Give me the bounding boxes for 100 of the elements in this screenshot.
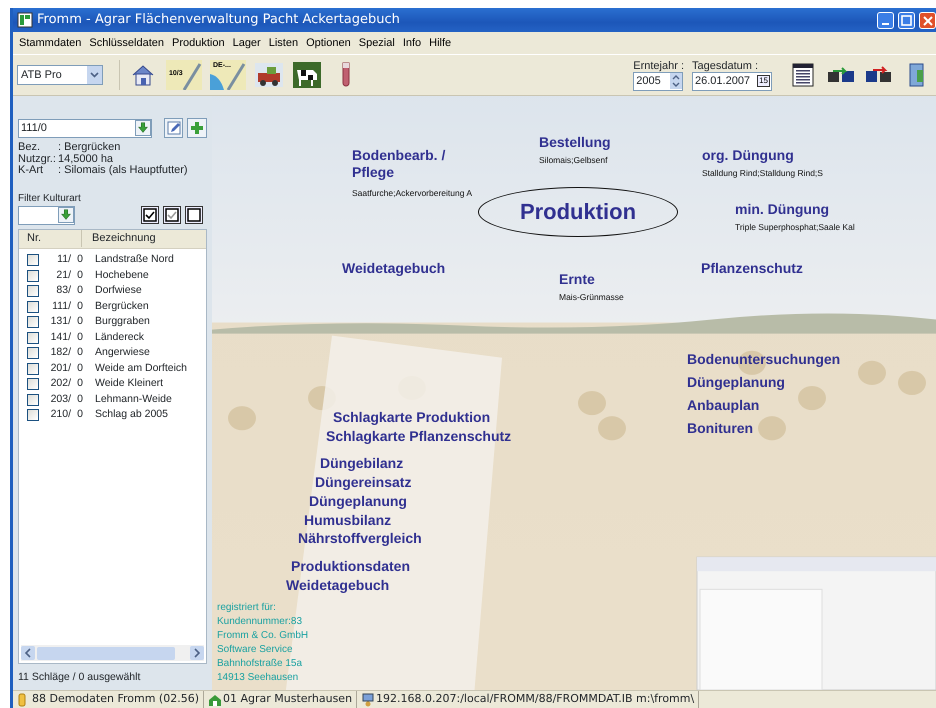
harvest-year-field[interactable]: 2005 bbox=[633, 72, 684, 90]
culture-filter[interactable] bbox=[18, 206, 75, 224]
registration-text: Software Service bbox=[217, 643, 293, 656]
row-checkbox[interactable] bbox=[27, 409, 39, 422]
menu-item[interactable]: Lager bbox=[228, 34, 265, 52]
report-link[interactable]: Nährstoffvergleich bbox=[298, 530, 422, 547]
row-checkbox[interactable] bbox=[27, 285, 39, 298]
check-all-icon bbox=[143, 208, 157, 222]
planning-link[interactable]: Düngeplanung bbox=[687, 374, 785, 391]
scrollbar-thumb[interactable] bbox=[37, 646, 175, 660]
row-checkbox[interactable] bbox=[27, 316, 39, 328]
table-cell-text: 0 bbox=[76, 314, 84, 330]
cattle-button[interactable] bbox=[292, 60, 322, 90]
scroll-right-icon[interactable] bbox=[190, 646, 204, 660]
scroll-left-icon[interactable] bbox=[21, 646, 35, 660]
table-cell-text: 0 bbox=[76, 392, 84, 407]
detail-value: 14,5000 ha bbox=[58, 154, 114, 165]
report-link[interactable]: Schlagkarte Produktion bbox=[333, 409, 490, 426]
production-link[interactable]: min. Düngung bbox=[735, 201, 830, 218]
filter-label: Filter Kulturart bbox=[18, 192, 82, 206]
table-cell-text: 111/ bbox=[51, 298, 71, 314]
report-link[interactable]: Düngebilanz bbox=[320, 455, 404, 472]
table-icon bbox=[792, 63, 814, 87]
menu-item[interactable]: Schlüsseldaten bbox=[85, 34, 168, 52]
dropdown-button[interactable] bbox=[58, 207, 74, 223]
row-checkbox[interactable] bbox=[27, 332, 39, 344]
maximize-button[interactable] bbox=[898, 12, 915, 28]
save-transfer-icon bbox=[827, 66, 855, 84]
menu-item[interactable]: Info bbox=[398, 34, 426, 52]
row-checkbox[interactable] bbox=[27, 347, 39, 360]
report-link[interactable]: Weidetagebuch bbox=[286, 577, 390, 594]
menu-item[interactable]: Produktion bbox=[168, 34, 229, 52]
uncheck-all-button[interactable] bbox=[185, 206, 203, 224]
detail-value: : Bergrücken bbox=[58, 142, 120, 154]
date-field[interactable]: 26.01.2007 15 bbox=[692, 72, 772, 90]
table-cell-text: 0 bbox=[76, 252, 84, 268]
close-button[interactable] bbox=[919, 12, 936, 28]
detail-label: Nutzgr.: bbox=[18, 154, 57, 164]
menu-item[interactable]: Optionen bbox=[302, 34, 355, 52]
menu-item[interactable]: Stammdaten bbox=[15, 34, 86, 52]
spinner-icon[interactable] bbox=[670, 73, 682, 89]
menu-item[interactable]: Spezial bbox=[354, 34, 399, 52]
profile-dropdown[interactable]: ATB Pro bbox=[17, 65, 103, 85]
dropdown-button[interactable] bbox=[134, 120, 151, 136]
detail-value: : Silomais (als Hauptfutter) bbox=[58, 165, 188, 176]
table-cell-text: 203/ bbox=[50, 392, 71, 407]
production-link[interactable]: Produktion bbox=[478, 187, 678, 237]
table-cell-text: 131/ bbox=[50, 314, 71, 330]
harvester-icon bbox=[255, 63, 283, 87]
maximize-icon bbox=[899, 12, 914, 28]
table-cell-text: 0 bbox=[76, 376, 84, 392]
planning-link[interactable]: Anbauplan bbox=[687, 397, 760, 414]
report-link[interactable]: Düngeplanung bbox=[309, 493, 407, 510]
edit-button[interactable] bbox=[164, 118, 184, 138]
registration-text: 14913 Seehausen bbox=[217, 671, 298, 684]
production-link[interactable]: Pflanzenschutz bbox=[701, 260, 803, 277]
check-partial-button[interactable] bbox=[163, 206, 181, 224]
table-cell-text: 202/ bbox=[50, 376, 71, 392]
report-link[interactable]: Humusbilanz bbox=[304, 512, 392, 529]
row-checkbox[interactable] bbox=[27, 270, 39, 282]
status-text: 88 Demodaten Fromm (02.56) bbox=[32, 691, 199, 708]
calendar-button[interactable]: 15 bbox=[757, 75, 770, 87]
check-partial-icon bbox=[165, 208, 179, 222]
production-link[interactable]: Weidetagebuch bbox=[342, 260, 446, 277]
table-cell-text: 21/ bbox=[55, 268, 71, 283]
production-summary: Saatfurche;Ackervorbereitung A bbox=[352, 187, 472, 200]
row-checkbox[interactable] bbox=[27, 394, 39, 406]
cow-icon bbox=[293, 62, 321, 88]
add-button[interactable] bbox=[187, 118, 208, 138]
production-summary: Mais-Grünmasse bbox=[559, 291, 624, 304]
row-checkbox[interactable] bbox=[27, 300, 39, 313]
row-checkbox[interactable] bbox=[27, 254, 39, 266]
report-link[interactable]: Produktionsdaten bbox=[291, 558, 410, 575]
planning-link[interactable]: Bonituren bbox=[687, 420, 754, 437]
table-cell-text: 182/ bbox=[50, 345, 71, 360]
report-link[interactable]: Düngereinsatz bbox=[315, 474, 412, 491]
door-icon bbox=[908, 62, 926, 88]
production-link[interactable]: Bodenbearb. / Pflege bbox=[352, 147, 462, 181]
row-checkbox[interactable] bbox=[27, 362, 39, 375]
menu-item[interactable]: Hilfe bbox=[425, 34, 456, 52]
production-link[interactable]: Bestellung bbox=[539, 134, 611, 151]
table-cell-text: 83/ bbox=[55, 283, 71, 298]
production-summary: Stalldung Rind;Stalldung Rind;S bbox=[702, 167, 823, 180]
plus-icon bbox=[189, 120, 206, 136]
check-all-button[interactable] bbox=[141, 206, 159, 224]
detail-label: K-Art bbox=[18, 165, 44, 176]
report-link[interactable]: Schlagkarte Pflanzenschutz bbox=[326, 428, 512, 445]
table-cell-text: Lehmann-Weide bbox=[94, 392, 172, 407]
menu-item[interactable]: Listen bbox=[264, 34, 302, 52]
minimize-button[interactable] bbox=[877, 12, 894, 28]
date-label: Tagesdatum : bbox=[692, 60, 760, 72]
table-cell-text: Dorfwiese bbox=[94, 283, 142, 298]
row-checkbox[interactable] bbox=[27, 378, 39, 390]
production-link[interactable]: org. Düngung bbox=[702, 147, 794, 164]
harvest-year-label: Erntejahr : bbox=[633, 60, 684, 72]
production-link[interactable]: Ernte bbox=[559, 271, 595, 288]
minimize-icon bbox=[882, 23, 889, 25]
harvester-button[interactable] bbox=[254, 60, 284, 90]
planning-link[interactable]: Bodenuntersuchungen bbox=[687, 351, 840, 368]
field-selector[interactable]: 111/0 bbox=[18, 118, 152, 138]
